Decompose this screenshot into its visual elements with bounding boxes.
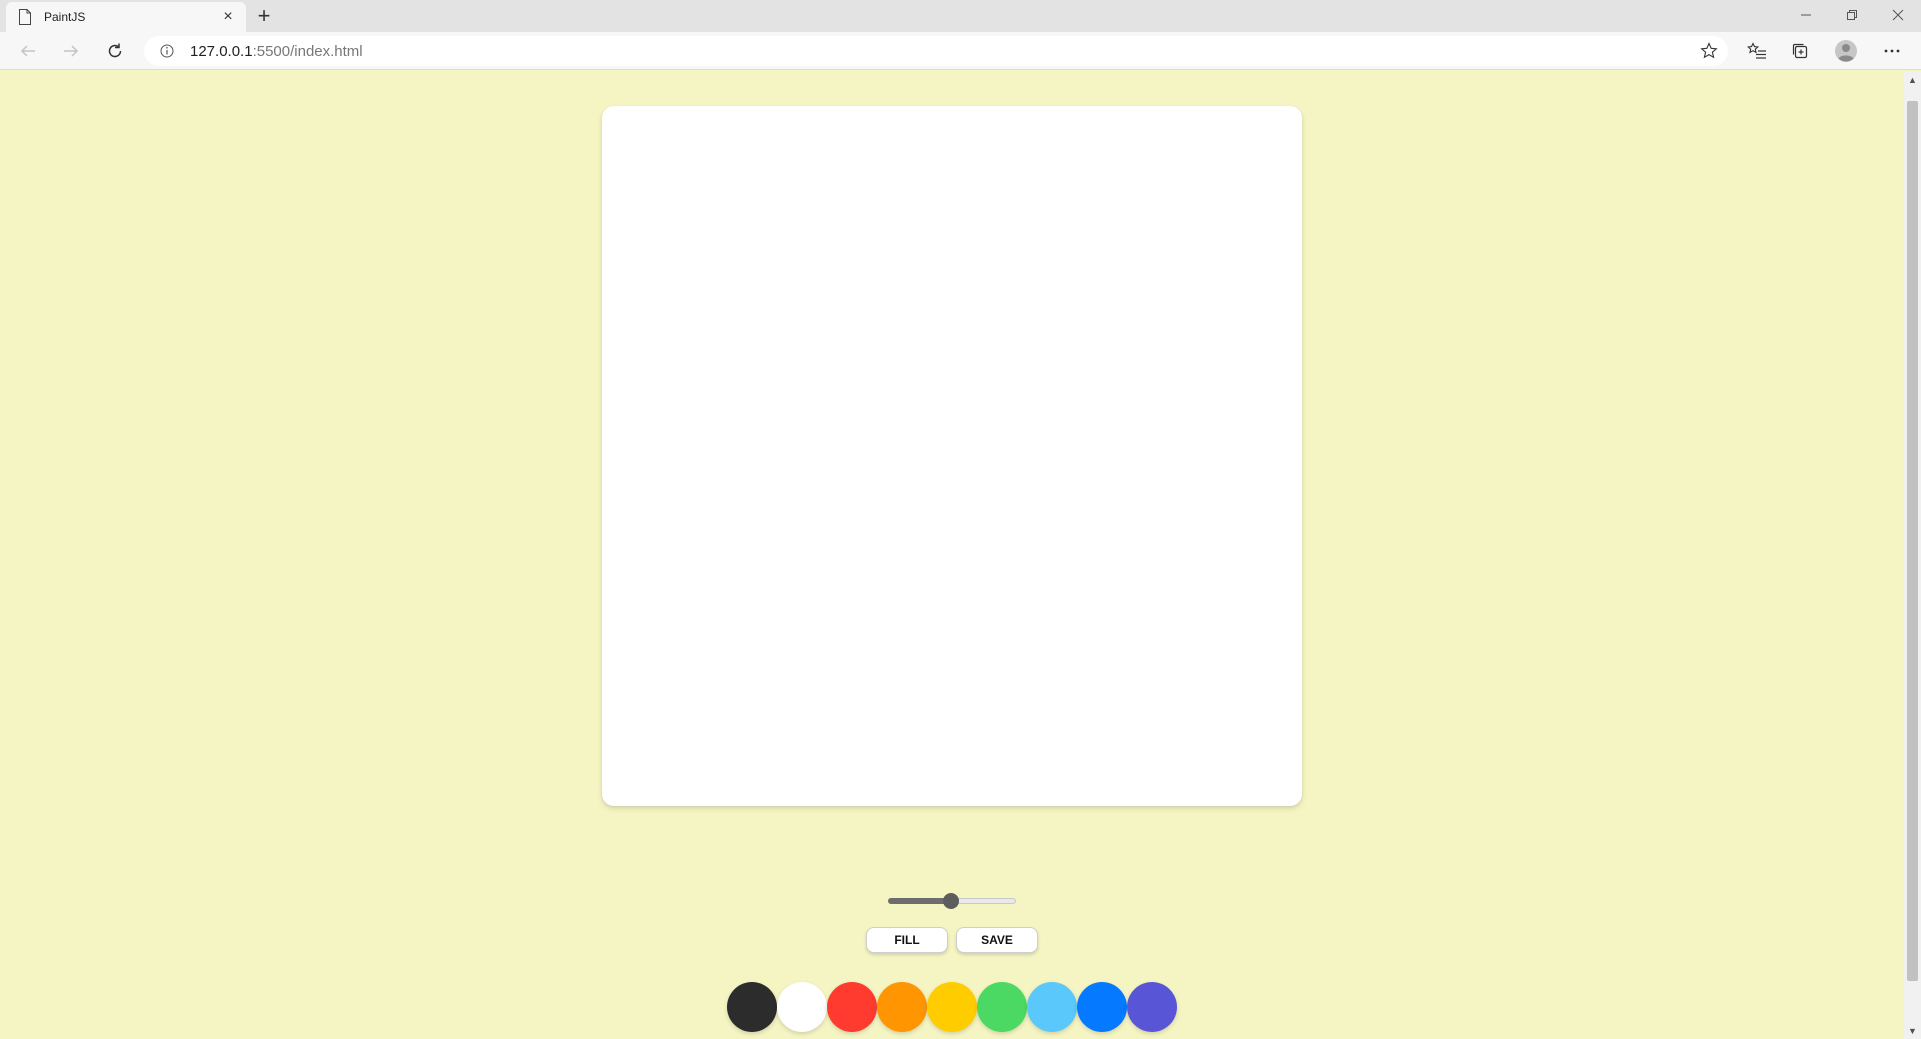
forward-arrow-icon xyxy=(64,45,79,57)
color-swatch-skyblue[interactable] xyxy=(1027,982,1077,1032)
save-button[interactable]: SAVE xyxy=(956,927,1038,953)
close-window-button[interactable] xyxy=(1875,0,1921,30)
refresh-button[interactable] xyxy=(101,37,129,65)
address-bar[interactable]: 127.0.0.1:5500/index.html xyxy=(144,36,1728,66)
color-swatch-purple[interactable] xyxy=(1127,982,1177,1032)
refresh-icon xyxy=(108,43,122,58)
new-tab-button[interactable]: + xyxy=(252,4,276,28)
fill-button[interactable]: FILL xyxy=(866,927,948,953)
page-icon xyxy=(19,9,31,25)
close-icon xyxy=(1892,9,1904,21)
color-swatch-red[interactable] xyxy=(827,982,877,1032)
color-swatch-blue[interactable] xyxy=(1077,982,1127,1032)
restore-icon xyxy=(1847,10,1857,20)
tab-strip: PaintJS × + xyxy=(0,0,1921,32)
color-swatch-black[interactable] xyxy=(727,982,777,1032)
color-swatch-orange[interactable] xyxy=(877,982,927,1032)
slider-thumb[interactable] xyxy=(943,893,960,909)
restore-button[interactable] xyxy=(1829,0,1875,30)
back-arrow-icon xyxy=(20,45,35,57)
minimize-button[interactable] xyxy=(1783,0,1829,30)
back-button[interactable] xyxy=(14,37,42,65)
url-text[interactable]: 127.0.0.1:5500/index.html xyxy=(190,43,363,60)
url-path: :5500/index.html xyxy=(252,42,363,60)
color-swatch-white[interactable] xyxy=(777,982,827,1032)
scroll-down-arrow-icon[interactable]: ▼ xyxy=(1904,1022,1921,1039)
color-swatch-yellow[interactable] xyxy=(927,982,977,1032)
favorite-star-icon[interactable] xyxy=(1700,42,1718,60)
favorites-list-icon xyxy=(1747,42,1766,59)
brush-size-slider[interactable] xyxy=(888,891,1016,911)
settings-menu-button[interactable] xyxy=(1877,37,1907,65)
info-icon[interactable] xyxy=(152,36,182,66)
paint-page: FILL SAVE xyxy=(0,71,1904,1039)
scroll-up-arrow-icon[interactable]: ▲ xyxy=(1904,71,1921,88)
more-options-icon xyxy=(1884,49,1900,53)
vertical-scrollbar[interactable]: ▲ ▼ xyxy=(1904,71,1921,1039)
color-palette xyxy=(727,982,1177,1032)
forward-button[interactable] xyxy=(57,37,85,65)
favorites-button[interactable] xyxy=(1742,37,1772,65)
tab-title: PaintJS xyxy=(44,10,86,24)
url-host: 127.0.0.1 xyxy=(190,42,253,60)
collections-icon xyxy=(1792,43,1808,59)
close-tab-icon[interactable]: × xyxy=(220,9,236,25)
color-swatch-green[interactable] xyxy=(977,982,1027,1032)
minimize-icon xyxy=(1801,14,1811,16)
browser-toolbar: 127.0.0.1:5500/index.html xyxy=(0,32,1921,70)
slider-fill xyxy=(888,898,952,904)
collections-button[interactable] xyxy=(1785,37,1815,65)
control-buttons: FILL SAVE xyxy=(866,927,1038,953)
window-controls xyxy=(1783,0,1921,30)
browser-tab[interactable]: PaintJS × xyxy=(6,2,246,32)
scrollbar-thumb[interactable] xyxy=(1907,101,1918,981)
profile-button[interactable] xyxy=(1831,37,1861,65)
avatar-icon xyxy=(1835,40,1857,62)
drawing-canvas[interactable] xyxy=(602,106,1302,806)
